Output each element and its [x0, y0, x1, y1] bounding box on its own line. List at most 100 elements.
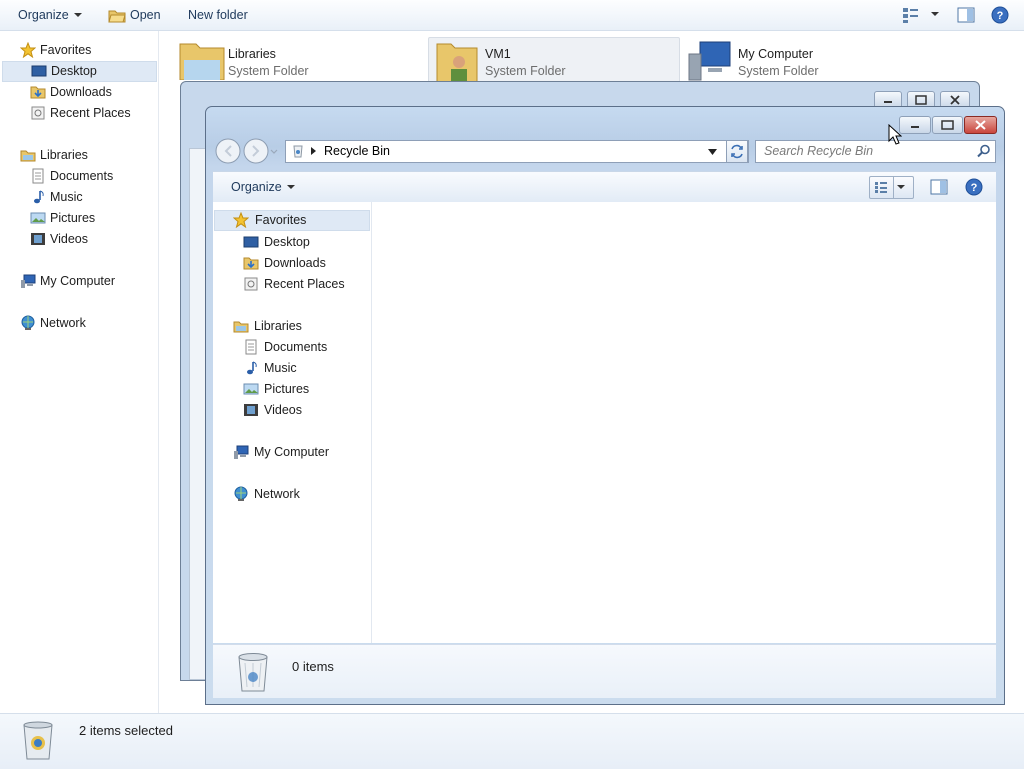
nav-label: Videos [264, 403, 302, 417]
tile-type: System Folder [738, 64, 819, 78]
refresh-icon [731, 144, 743, 159]
recycle-bin-icon [238, 653, 268, 692]
help-button[interactable]: ? [965, 178, 983, 199]
tile-name: My Computer [738, 47, 814, 61]
new-folder-button[interactable]: New folder [188, 7, 248, 23]
recycle-bin-icon [23, 721, 53, 760]
close-button[interactable] [964, 116, 997, 134]
network-icon [21, 315, 35, 330]
recycle-bin-window: Recycle Bin Search Recycle Bin Organize … [205, 106, 1005, 705]
star-icon [233, 212, 249, 228]
chevron-down-icon [286, 185, 295, 189]
organize-button[interactable]: Organize [18, 7, 82, 23]
videos-icon [31, 233, 45, 245]
minimize-icon [911, 126, 919, 128]
nav-label: Desktop [264, 235, 310, 249]
pictures-icon [243, 383, 259, 395]
nav-label: Recent Places [264, 277, 345, 291]
preview-pane-icon [957, 7, 975, 23]
tile-type: System Folder [228, 64, 309, 78]
tile-my-computer[interactable]: My Computer System Folder [686, 38, 926, 81]
minimize-button[interactable] [899, 116, 931, 134]
tile-name: VM1 [485, 47, 511, 61]
downloads-folder-icon [30, 86, 46, 99]
maximize-icon [941, 120, 954, 130]
view-list-icon [903, 8, 918, 23]
nav-label: Desktop [51, 64, 97, 78]
libraries-icon [233, 321, 249, 333]
help-button[interactable]: ? [991, 6, 1009, 24]
music-icon [247, 361, 257, 375]
open-button[interactable]: Open [108, 7, 161, 23]
preview-pane-button[interactable] [957, 6, 975, 23]
details-pane: 0 items [213, 644, 996, 698]
desktop-icon [31, 65, 47, 77]
downloads-folder-icon [243, 257, 259, 270]
organize-label: Organize [231, 180, 282, 194]
address-dropdown-icon[interactable] [708, 148, 718, 156]
back-forward-buttons [215, 138, 278, 164]
computer-icon [21, 274, 36, 288]
folder-open-icon [108, 10, 126, 23]
help-icon: ? [991, 6, 1009, 24]
svg-text:?: ? [997, 10, 1004, 22]
selection-status: 2 items selected [79, 723, 173, 738]
refresh-button[interactable] [726, 140, 748, 163]
nav-label: Libraries [254, 319, 302, 333]
chevron-down-icon[interactable] [897, 185, 905, 189]
forward-button[interactable] [243, 138, 269, 164]
command-bar: Organize ? [213, 171, 996, 203]
tile-name: Libraries [228, 47, 276, 61]
nav-label: Favorites [255, 213, 307, 227]
change-view-button[interactable] [869, 176, 914, 199]
open-label: Open [130, 8, 161, 22]
nav-label: Documents [264, 340, 328, 354]
nav-label: My Computer [254, 445, 330, 459]
preview-pane-button[interactable] [930, 178, 948, 199]
computer-icon [688, 41, 731, 81]
user-folder-icon [436, 43, 478, 82]
help-icon: ? [965, 178, 983, 196]
libraries-folder-icon [179, 43, 225, 80]
view-options-button[interactable] [902, 6, 939, 23]
breadcrumb-arrow-icon[interactable] [310, 146, 318, 156]
recent-pages-dropdown-icon[interactable] [270, 149, 278, 154]
nav-label: Music [50, 190, 83, 204]
videos-icon [244, 404, 258, 416]
svg-text:?: ? [971, 182, 978, 194]
search-box[interactable]: Search Recycle Bin [755, 140, 996, 163]
tile-type: System Folder [485, 64, 566, 78]
tile-vm1[interactable]: VM1 System Folder [428, 37, 680, 83]
nav-desktop[interactable]: Desktop [2, 61, 157, 82]
preview-pane-icon [930, 179, 948, 195]
star-icon [20, 42, 36, 58]
nav-label: Favorites [40, 43, 92, 57]
network-icon [234, 486, 248, 501]
nav-label: Downloads [50, 85, 112, 99]
nav-label: Downloads [264, 256, 326, 270]
documents-icon [245, 339, 257, 355]
background-navigation-pane: Favorites Desktop Downloads Recent Place… [0, 31, 159, 713]
nav-label: Network [40, 316, 86, 330]
file-list-area[interactable] [372, 202, 996, 643]
nav-label: My Computer [40, 274, 116, 288]
maximize-button[interactable] [932, 116, 963, 134]
nav-label: Pictures [50, 211, 96, 225]
nav-label: Music [264, 361, 297, 375]
documents-icon [32, 168, 44, 184]
nav-label: Documents [50, 169, 114, 183]
libraries-icon [20, 150, 36, 162]
view-details-icon [875, 182, 887, 193]
close-icon [975, 120, 986, 130]
nav-favorites[interactable]: Favorites [214, 210, 370, 231]
address-bar[interactable]: Recycle Bin [285, 140, 749, 163]
back-button[interactable] [215, 138, 241, 164]
tile-libraries[interactable]: Libraries System Folder [176, 38, 416, 80]
search-icon[interactable] [977, 144, 991, 158]
nav-label: Network [254, 487, 300, 501]
chevron-down-icon [931, 12, 939, 16]
nav-label: Pictures [264, 382, 310, 396]
nav-label: Libraries [40, 148, 88, 162]
organize-button[interactable]: Organize [231, 179, 295, 195]
breadcrumb-recycle-bin[interactable]: Recycle Bin [324, 144, 390, 158]
